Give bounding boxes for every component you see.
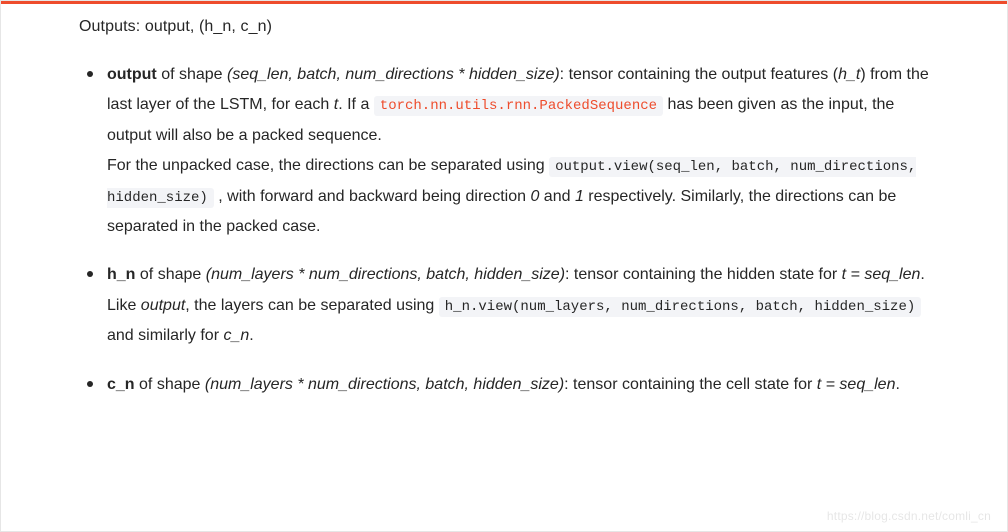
text: . (920, 266, 924, 283)
outputs-list: output of shape (seq_len, batch, num_dir… (79, 60, 929, 400)
term-output: output (107, 66, 157, 83)
text: , with forward and backward being direct… (214, 188, 531, 205)
text: : tensor containing the hidden state for (565, 266, 842, 283)
teq: t = seq_len (817, 376, 896, 393)
text: For the unpacked case, the directions ca… (107, 157, 549, 174)
code-hn-view: h_n.view(num_layers, num_directions, bat… (439, 297, 921, 317)
text: and (539, 188, 575, 205)
text: of shape (135, 266, 205, 283)
outputs-header: Outputs: output, (h_n, c_n) (79, 18, 929, 36)
one: 1 (575, 188, 584, 205)
text: of shape (157, 66, 227, 83)
teq: t = seq_len (842, 266, 921, 283)
output-ital: output (141, 297, 185, 314)
text: of shape (135, 376, 205, 393)
list-item: c_n of shape (num_layers * num_direction… (107, 370, 929, 400)
zero: 0 (530, 188, 539, 205)
packedsequence-link[interactable]: torch.nn.utils.rnn.PackedSequence (374, 96, 663, 116)
text: . (249, 327, 253, 344)
ht: h_t (838, 66, 860, 83)
shape-hn: (num_layers * num_directions, batch, hid… (206, 266, 565, 283)
text: Like (107, 297, 141, 314)
text: : tensor containing the output features … (560, 66, 838, 83)
term-cn: c_n (107, 376, 135, 393)
text: . (895, 376, 899, 393)
text: : tensor containing the cell state for (564, 376, 817, 393)
shape-output: (seq_len, batch, num_directions * hidden… (227, 66, 560, 83)
shape-cn: (num_layers * num_directions, batch, hid… (205, 376, 564, 393)
cn-ital: c_n (223, 327, 249, 344)
list-item: h_n of shape (num_layers * num_direction… (107, 260, 929, 351)
text: , the layers can be separated using (185, 297, 439, 314)
text: . If a (338, 96, 374, 113)
doc-content: Outputs: output, (h_n, c_n) output of sh… (1, 4, 1007, 442)
text: and similarly for (107, 327, 223, 344)
watermark: https://blog.csdn.net/comli_cn (827, 509, 991, 523)
term-hn: h_n (107, 266, 135, 283)
list-item: output of shape (seq_len, batch, num_dir… (107, 60, 929, 242)
